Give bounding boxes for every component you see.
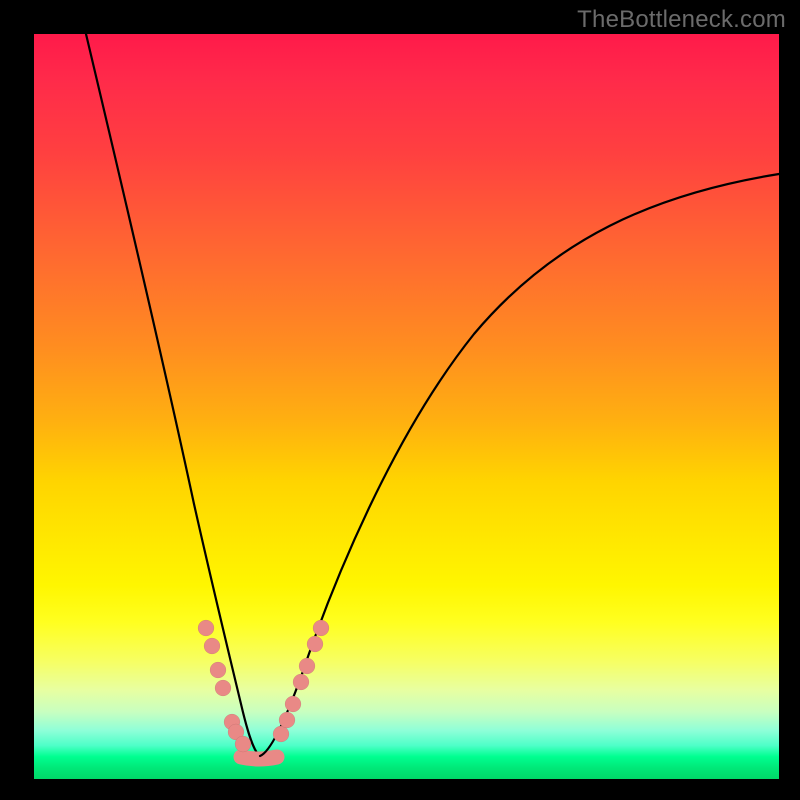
plot-area <box>34 34 779 779</box>
marker-dot <box>299 658 315 674</box>
marker-dot <box>210 662 226 678</box>
floor-segment <box>241 757 277 759</box>
left-curve <box>86 34 260 756</box>
marker-dot <box>273 726 289 742</box>
marker-dot <box>198 620 214 636</box>
marker-dot <box>293 674 309 690</box>
marker-dot <box>279 712 295 728</box>
chart-frame: TheBottleneck.com <box>0 0 800 800</box>
marker-dot <box>307 636 323 652</box>
marker-dot <box>313 620 329 636</box>
marker-dot <box>204 638 220 654</box>
chart-svg <box>34 34 779 779</box>
marker-dot <box>215 680 231 696</box>
watermark-text: TheBottleneck.com <box>577 6 786 34</box>
right-curve <box>260 174 779 756</box>
marker-dot <box>235 736 251 752</box>
marker-dot <box>285 696 301 712</box>
